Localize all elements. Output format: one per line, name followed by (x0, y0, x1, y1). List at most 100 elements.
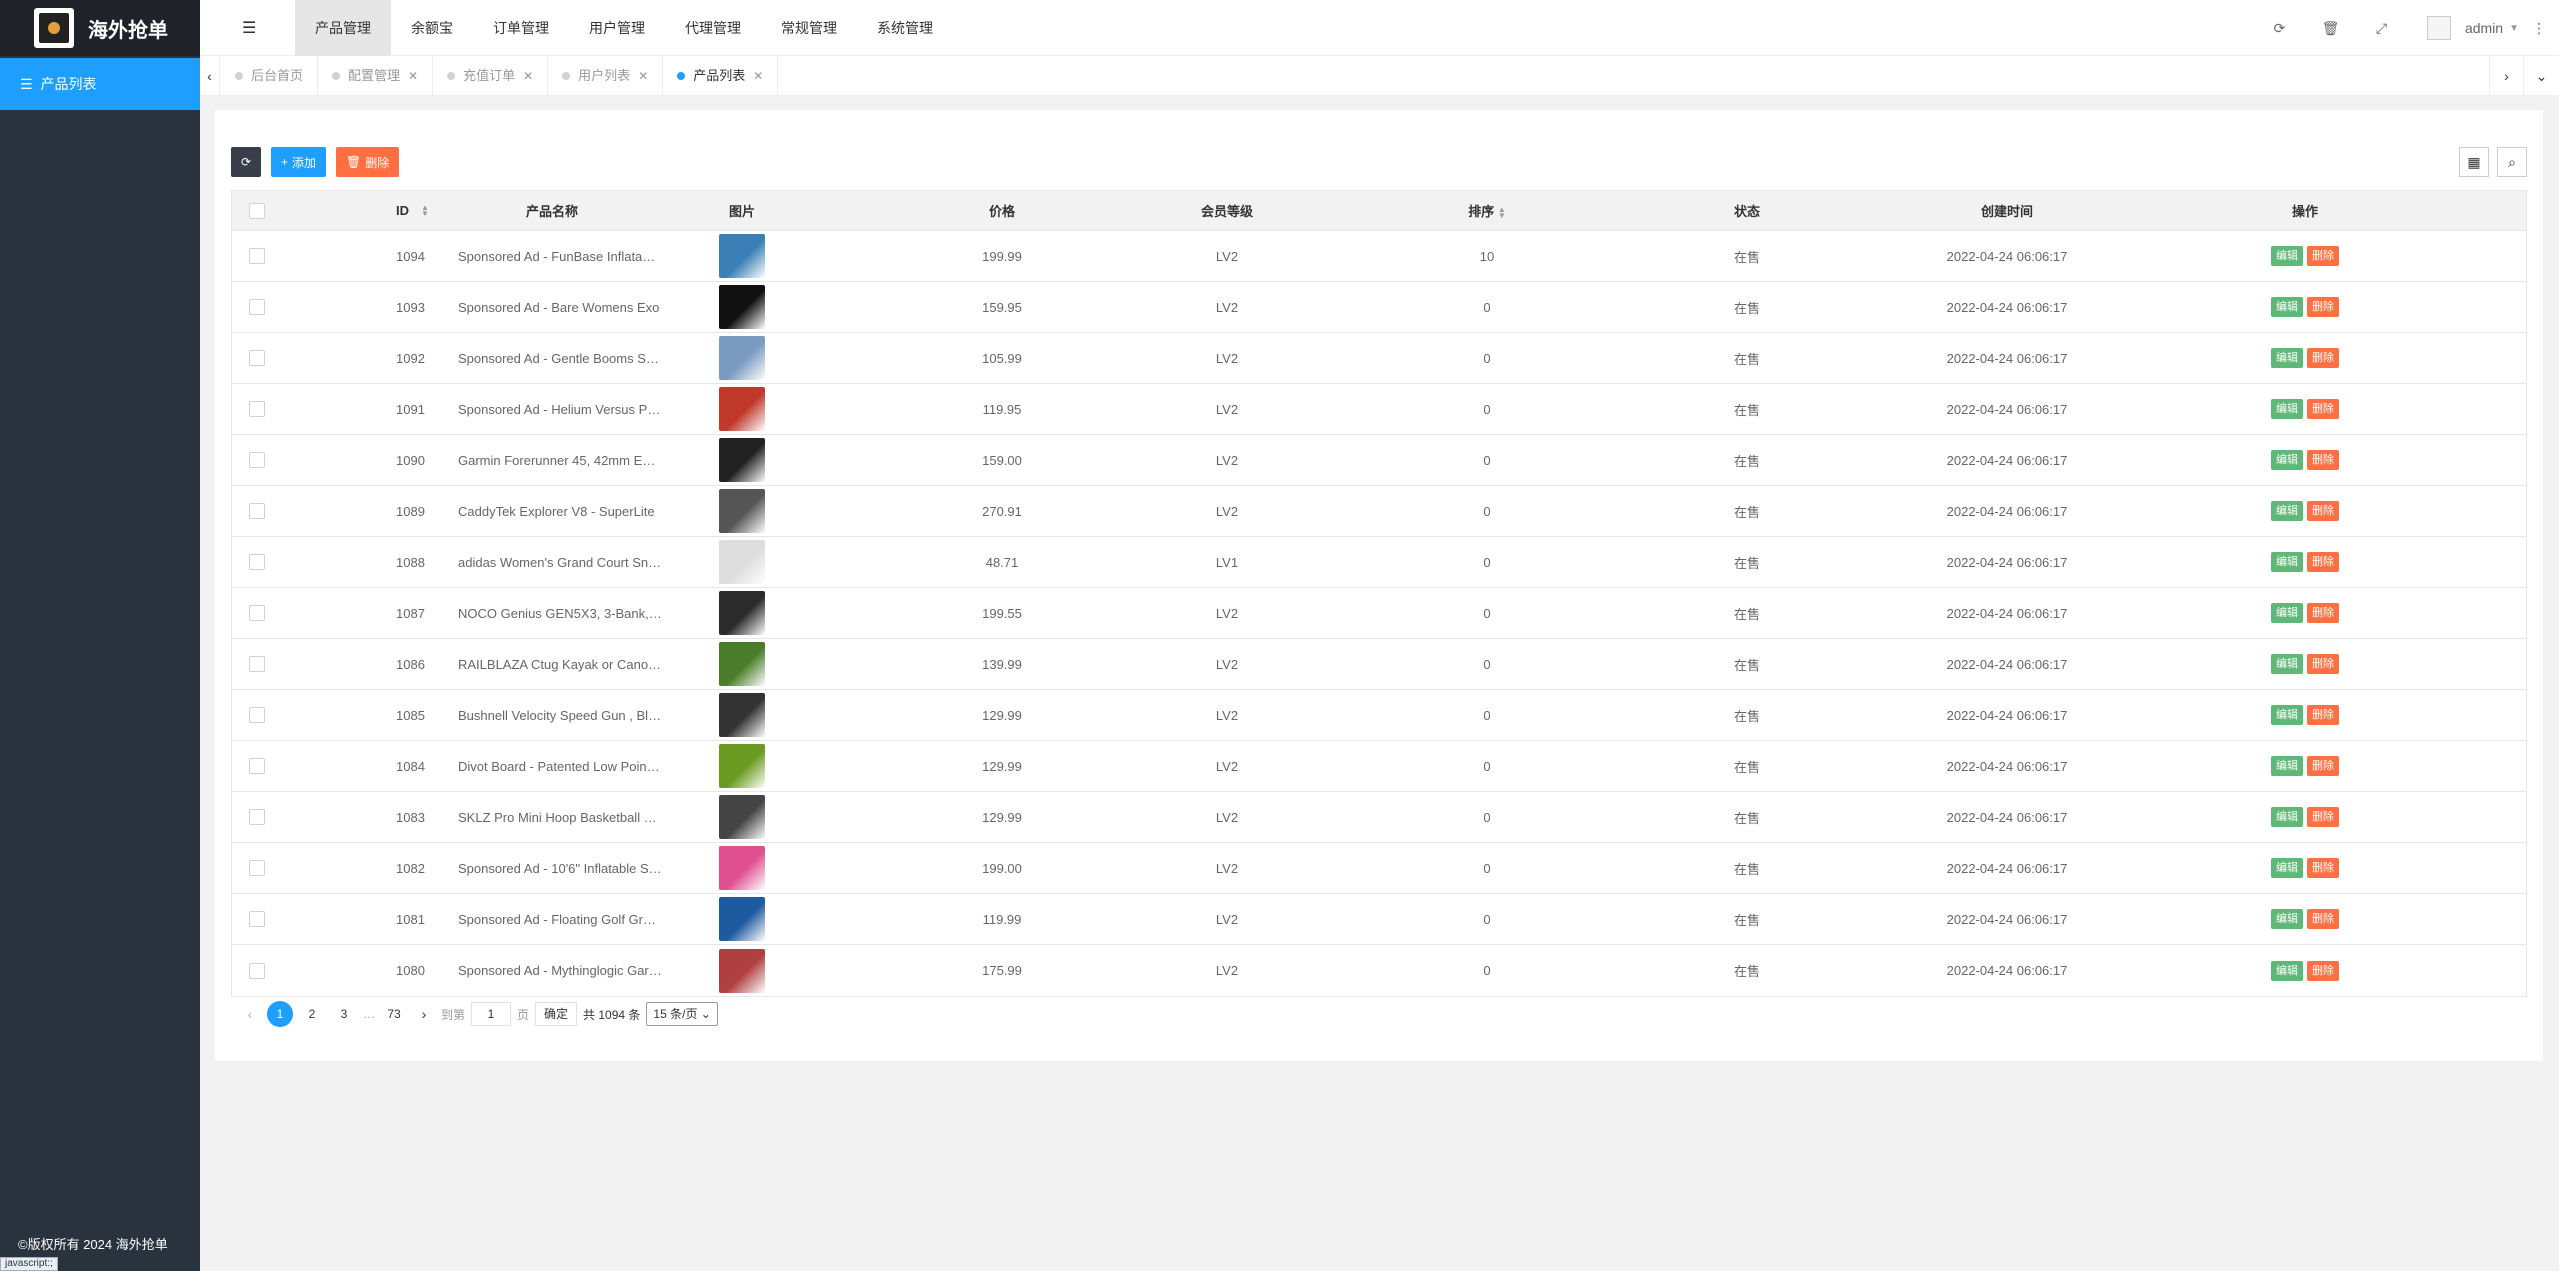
delete-row-button[interactable]: 删除 (2307, 246, 2339, 266)
product-thumbnail[interactable] (719, 897, 765, 941)
tab-recharge-orders[interactable]: 充值订单 ✕ (433, 56, 549, 96)
product-thumbnail[interactable] (719, 540, 765, 584)
row-checkbox[interactable] (232, 350, 282, 366)
refresh-button[interactable]: ⟳ (231, 147, 261, 177)
row-checkbox[interactable] (232, 707, 282, 723)
row-checkbox[interactable] (232, 299, 282, 315)
select-all-checkbox[interactable] (232, 202, 282, 219)
page-2[interactable]: 2 (299, 1001, 325, 1027)
next-page-icon[interactable]: › (413, 1006, 435, 1022)
delete-row-button[interactable]: 删除 (2307, 552, 2339, 572)
edit-button[interactable]: 编辑 (2271, 909, 2303, 929)
delete-row-button[interactable]: 删除 (2307, 348, 2339, 368)
edit-button[interactable]: 编辑 (2271, 450, 2303, 470)
edit-button[interactable]: 编辑 (2271, 858, 2303, 878)
product-thumbnail[interactable] (719, 948, 765, 993)
row-checkbox[interactable] (232, 503, 282, 519)
tab-home[interactable]: 后台首页 (221, 56, 319, 96)
chevron-down-icon[interactable]: ⌄ (2523, 56, 2559, 96)
row-checkbox[interactable] (232, 860, 282, 876)
more-vertical-icon[interactable]: ⋮ (2519, 20, 2559, 37)
nav-product-management[interactable]: 产品管理 (295, 0, 391, 56)
chevron-down-icon[interactable]: ▼ (2509, 23, 2519, 34)
product-thumbnail[interactable] (719, 795, 765, 839)
logo-area[interactable]: 海外抢单 (0, 0, 200, 56)
user-name[interactable]: admin (2465, 20, 2503, 36)
edit-button[interactable]: 编辑 (2271, 552, 2303, 572)
edit-button[interactable]: 编辑 (2271, 501, 2303, 521)
nav-order-management[interactable]: 订单管理 (473, 0, 569, 56)
trash-icon[interactable]: 🗑 (2305, 20, 2356, 37)
product-thumbnail[interactable] (719, 744, 765, 788)
delete-row-button[interactable]: 删除 (2307, 807, 2339, 827)
edit-button[interactable]: 编辑 (2271, 807, 2303, 827)
add-button[interactable]: + 添加 (271, 147, 327, 177)
edit-button[interactable]: 编辑 (2271, 246, 2303, 266)
product-thumbnail[interactable] (719, 234, 765, 278)
row-checkbox[interactable] (232, 809, 282, 825)
menu-toggle-icon[interactable]: ☰ (242, 18, 256, 38)
edit-button[interactable]: 编辑 (2271, 348, 2303, 368)
nav-yuebao[interactable]: 余额宝 (391, 0, 473, 56)
sort-icon[interactable]: ▲ ▼ (421, 203, 429, 217)
nav-agent-management[interactable]: 代理管理 (665, 0, 761, 56)
row-checkbox[interactable] (232, 401, 282, 417)
product-thumbnail[interactable] (719, 591, 765, 635)
product-thumbnail[interactable] (719, 387, 765, 431)
edit-button[interactable]: 编辑 (2271, 705, 2303, 725)
delete-row-button[interactable]: 删除 (2307, 909, 2339, 929)
search-icon[interactable]: ⌕ (2497, 147, 2527, 177)
column-header-sort[interactable]: 排序 ▲ ▼ (1272, 201, 1702, 220)
delete-button[interactable]: 🗑 删除 (336, 147, 400, 177)
delete-row-button[interactable]: 删除 (2307, 603, 2339, 623)
edit-button[interactable]: 编辑 (2271, 603, 2303, 623)
row-checkbox[interactable] (232, 656, 282, 672)
row-checkbox[interactable] (232, 962, 282, 979)
page-last[interactable]: 73 (381, 1001, 407, 1027)
delete-row-button[interactable]: 删除 (2307, 756, 2339, 776)
product-thumbnail[interactable] (719, 438, 765, 482)
prev-page-icon[interactable]: ‹ (239, 1006, 261, 1022)
sidebar-item-product-list[interactable]: ☰ 产品列表 (0, 58, 200, 110)
close-icon[interactable]: ✕ (523, 56, 533, 96)
nav-system-management[interactable]: 系统管理 (857, 0, 953, 56)
product-thumbnail[interactable] (719, 642, 765, 686)
page-size-select[interactable]: 15 条/页 ⌄ (646, 1002, 718, 1026)
tab-user-list[interactable]: 用户列表 ✕ (548, 56, 664, 96)
nav-general-management[interactable]: 常规管理 (761, 0, 857, 56)
delete-row-button[interactable]: 删除 (2307, 960, 2339, 981)
column-header-id[interactable]: ID ▲ ▼ (282, 203, 442, 218)
close-icon[interactable]: ✕ (753, 56, 763, 96)
row-checkbox[interactable] (232, 758, 282, 774)
tab-product-list[interactable]: 产品列表 ✕ (663, 56, 779, 96)
page-1[interactable]: 1 (267, 1001, 293, 1027)
edit-button[interactable]: 编辑 (2271, 297, 2303, 317)
chevron-left-icon[interactable]: ‹ (200, 56, 220, 96)
chevron-right-icon[interactable]: › (2489, 56, 2523, 96)
product-thumbnail[interactable] (719, 693, 765, 737)
row-checkbox[interactable] (232, 554, 282, 570)
delete-row-button[interactable]: 删除 (2307, 297, 2339, 317)
goto-page-input[interactable]: 1 (471, 1002, 512, 1026)
delete-row-button[interactable]: 删除 (2307, 450, 2339, 470)
avatar[interactable] (2426, 16, 2451, 40)
refresh-icon[interactable]: ⟳ (2254, 20, 2305, 37)
delete-row-button[interactable]: 删除 (2307, 501, 2339, 521)
row-checkbox[interactable] (232, 911, 282, 927)
delete-row-button[interactable]: 删除 (2307, 399, 2339, 419)
row-checkbox[interactable] (232, 248, 282, 264)
columns-icon[interactable]: ▦ (2459, 147, 2489, 177)
row-checkbox[interactable] (232, 605, 282, 621)
tab-config[interactable]: 配置管理 ✕ (318, 56, 434, 96)
close-icon[interactable]: ✕ (408, 56, 418, 96)
nav-user-management[interactable]: 用户管理 (569, 0, 665, 56)
fullscreen-icon[interactable]: ⤢ (2356, 20, 2407, 37)
page-3[interactable]: 3 (331, 1001, 357, 1027)
row-checkbox[interactable] (232, 452, 282, 468)
edit-button[interactable]: 编辑 (2271, 960, 2303, 981)
product-thumbnail[interactable] (719, 336, 765, 380)
edit-button[interactable]: 编辑 (2271, 756, 2303, 776)
goto-confirm-button[interactable]: 确定 (535, 1002, 578, 1026)
product-thumbnail[interactable] (719, 489, 765, 533)
delete-row-button[interactable]: 删除 (2307, 654, 2339, 674)
